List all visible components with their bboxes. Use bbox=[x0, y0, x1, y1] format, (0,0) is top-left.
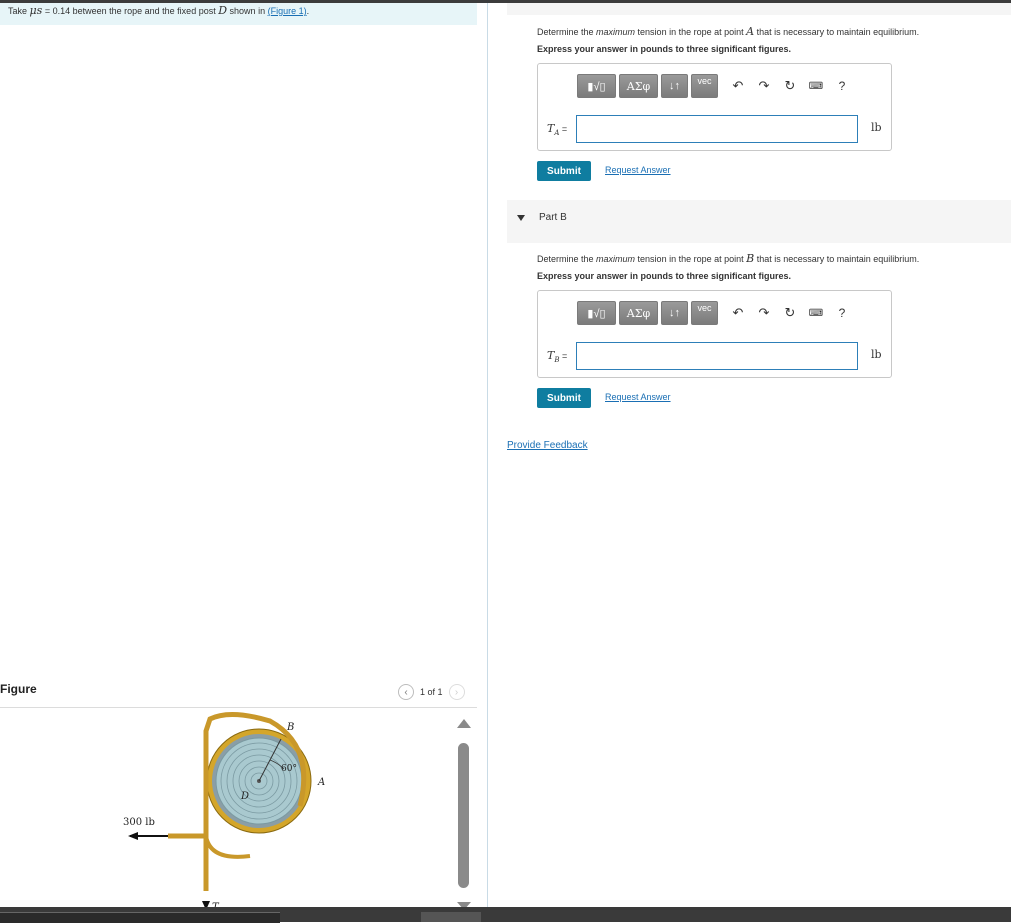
scroll-up-arrow[interactable] bbox=[457, 719, 471, 728]
help-icon[interactable]: ? bbox=[833, 77, 851, 95]
label-angle: 60° bbox=[281, 764, 297, 774]
part-b-header[interactable]: Part B bbox=[507, 200, 1011, 243]
part-b-answer-input[interactable] bbox=[576, 342, 858, 370]
redo-icon[interactable]: ↷ bbox=[755, 77, 773, 95]
next-figure-button[interactable]: › bbox=[448, 684, 465, 700]
mu-symbol: μs bbox=[29, 4, 43, 17]
bottom-bar bbox=[0, 907, 1011, 923]
undo-icon[interactable]: ↶ bbox=[729, 77, 747, 95]
figure-link[interactable]: (Figure 1) bbox=[268, 6, 307, 16]
part-a-question: Determine the maximum tension in the rop… bbox=[537, 25, 920, 38]
figure-pager: ‹ 1 of 1 › bbox=[398, 684, 465, 700]
label-d: D bbox=[240, 791, 249, 802]
part-b-question: Determine the maximum tension in the rop… bbox=[537, 252, 920, 265]
part-b-unit: lb bbox=[871, 348, 882, 361]
templates-button[interactable]: ▮√▯ bbox=[577, 74, 616, 98]
part-a-toolbar: ▮√▯ ΑΣφ ↓↑ vec ↶ ↷ ↻ ⌨ ? bbox=[577, 73, 851, 99]
scroll-thumb[interactable] bbox=[458, 743, 469, 888]
post-symbol: D bbox=[218, 4, 228, 17]
part-b-submit-button[interactable]: Submit bbox=[537, 388, 591, 408]
part-b-title: Part B bbox=[539, 212, 567, 223]
bottom-bar-segment bbox=[421, 912, 481, 922]
keyboard-icon[interactable]: ⌨ bbox=[807, 304, 825, 322]
reset-icon[interactable]: ↻ bbox=[781, 77, 799, 95]
redo-icon[interactable]: ↷ bbox=[755, 304, 773, 322]
templates-button[interactable]: ▮√▯ bbox=[577, 301, 616, 325]
label-load: 300 lb bbox=[123, 817, 155, 828]
collapse-triangle-icon[interactable] bbox=[517, 215, 525, 221]
prev-figure-button[interactable]: ‹ bbox=[398, 684, 414, 700]
label-a: A bbox=[317, 777, 325, 788]
part-a-answer-label: TA = bbox=[547, 122, 568, 137]
help-icon[interactable]: ? bbox=[833, 304, 851, 322]
undo-icon[interactable]: ↶ bbox=[729, 304, 747, 322]
load-arrowhead bbox=[128, 832, 138, 840]
arrows-button[interactable]: ↓↑ bbox=[661, 301, 688, 325]
part-a-header bbox=[507, 3, 1011, 15]
left-panel: Take μs = 0.14 between the rope and the … bbox=[0, 3, 488, 910]
part-a-instruction: Express your answer in pounds to three s… bbox=[537, 44, 792, 54]
figure-scrollbar[interactable] bbox=[455, 719, 473, 910]
figure-image: B A D 60° 300 lb T bbox=[123, 712, 325, 910]
bottom-bar-segment bbox=[0, 912, 280, 923]
arrows-button[interactable]: ↓↑ bbox=[661, 74, 688, 98]
part-a-request-answer-link[interactable]: Request Answer bbox=[605, 165, 671, 175]
part-b-toolbar: ▮√▯ ΑΣφ ↓↑ vec ↶ ↷ ↻ ⌨ ? bbox=[577, 300, 851, 326]
part-b-answer-box: ▮√▯ ΑΣφ ↓↑ vec ↶ ↷ ↻ ⌨ ? TB = lb bbox=[537, 290, 892, 378]
figure-page-indicator: 1 of 1 bbox=[420, 687, 443, 697]
part-a-answer-box: ▮√▯ ΑΣφ ↓↑ vec ↶ ↷ ↻ ⌨ ? TA = lb bbox=[537, 63, 892, 151]
figure-title: Figure bbox=[0, 682, 37, 696]
keyboard-icon[interactable]: ⌨ bbox=[807, 77, 825, 95]
greek-button[interactable]: ΑΣφ bbox=[619, 74, 658, 98]
part-a-unit: lb bbox=[871, 121, 882, 134]
problem-statement: Take μs = 0.14 between the rope and the … bbox=[0, 3, 477, 25]
right-panel: Determine the maximum tension in the rop… bbox=[488, 3, 1011, 907]
vec-button[interactable]: vec bbox=[691, 301, 718, 325]
part-a-answer-input[interactable] bbox=[576, 115, 858, 143]
vec-button[interactable]: vec bbox=[691, 74, 718, 98]
provide-feedback-link[interactable]: Provide Feedback bbox=[507, 440, 588, 451]
part-b-request-answer-link[interactable]: Request Answer bbox=[605, 392, 671, 402]
part-b-instruction: Express your answer in pounds to three s… bbox=[537, 271, 792, 281]
label-b: B bbox=[286, 722, 294, 733]
part-a-submit-button[interactable]: Submit bbox=[537, 161, 591, 181]
greek-button[interactable]: ΑΣφ bbox=[619, 301, 658, 325]
figure-divider bbox=[0, 707, 477, 708]
reset-icon[interactable]: ↻ bbox=[781, 304, 799, 322]
part-b-answer-label: TB = bbox=[547, 349, 568, 364]
